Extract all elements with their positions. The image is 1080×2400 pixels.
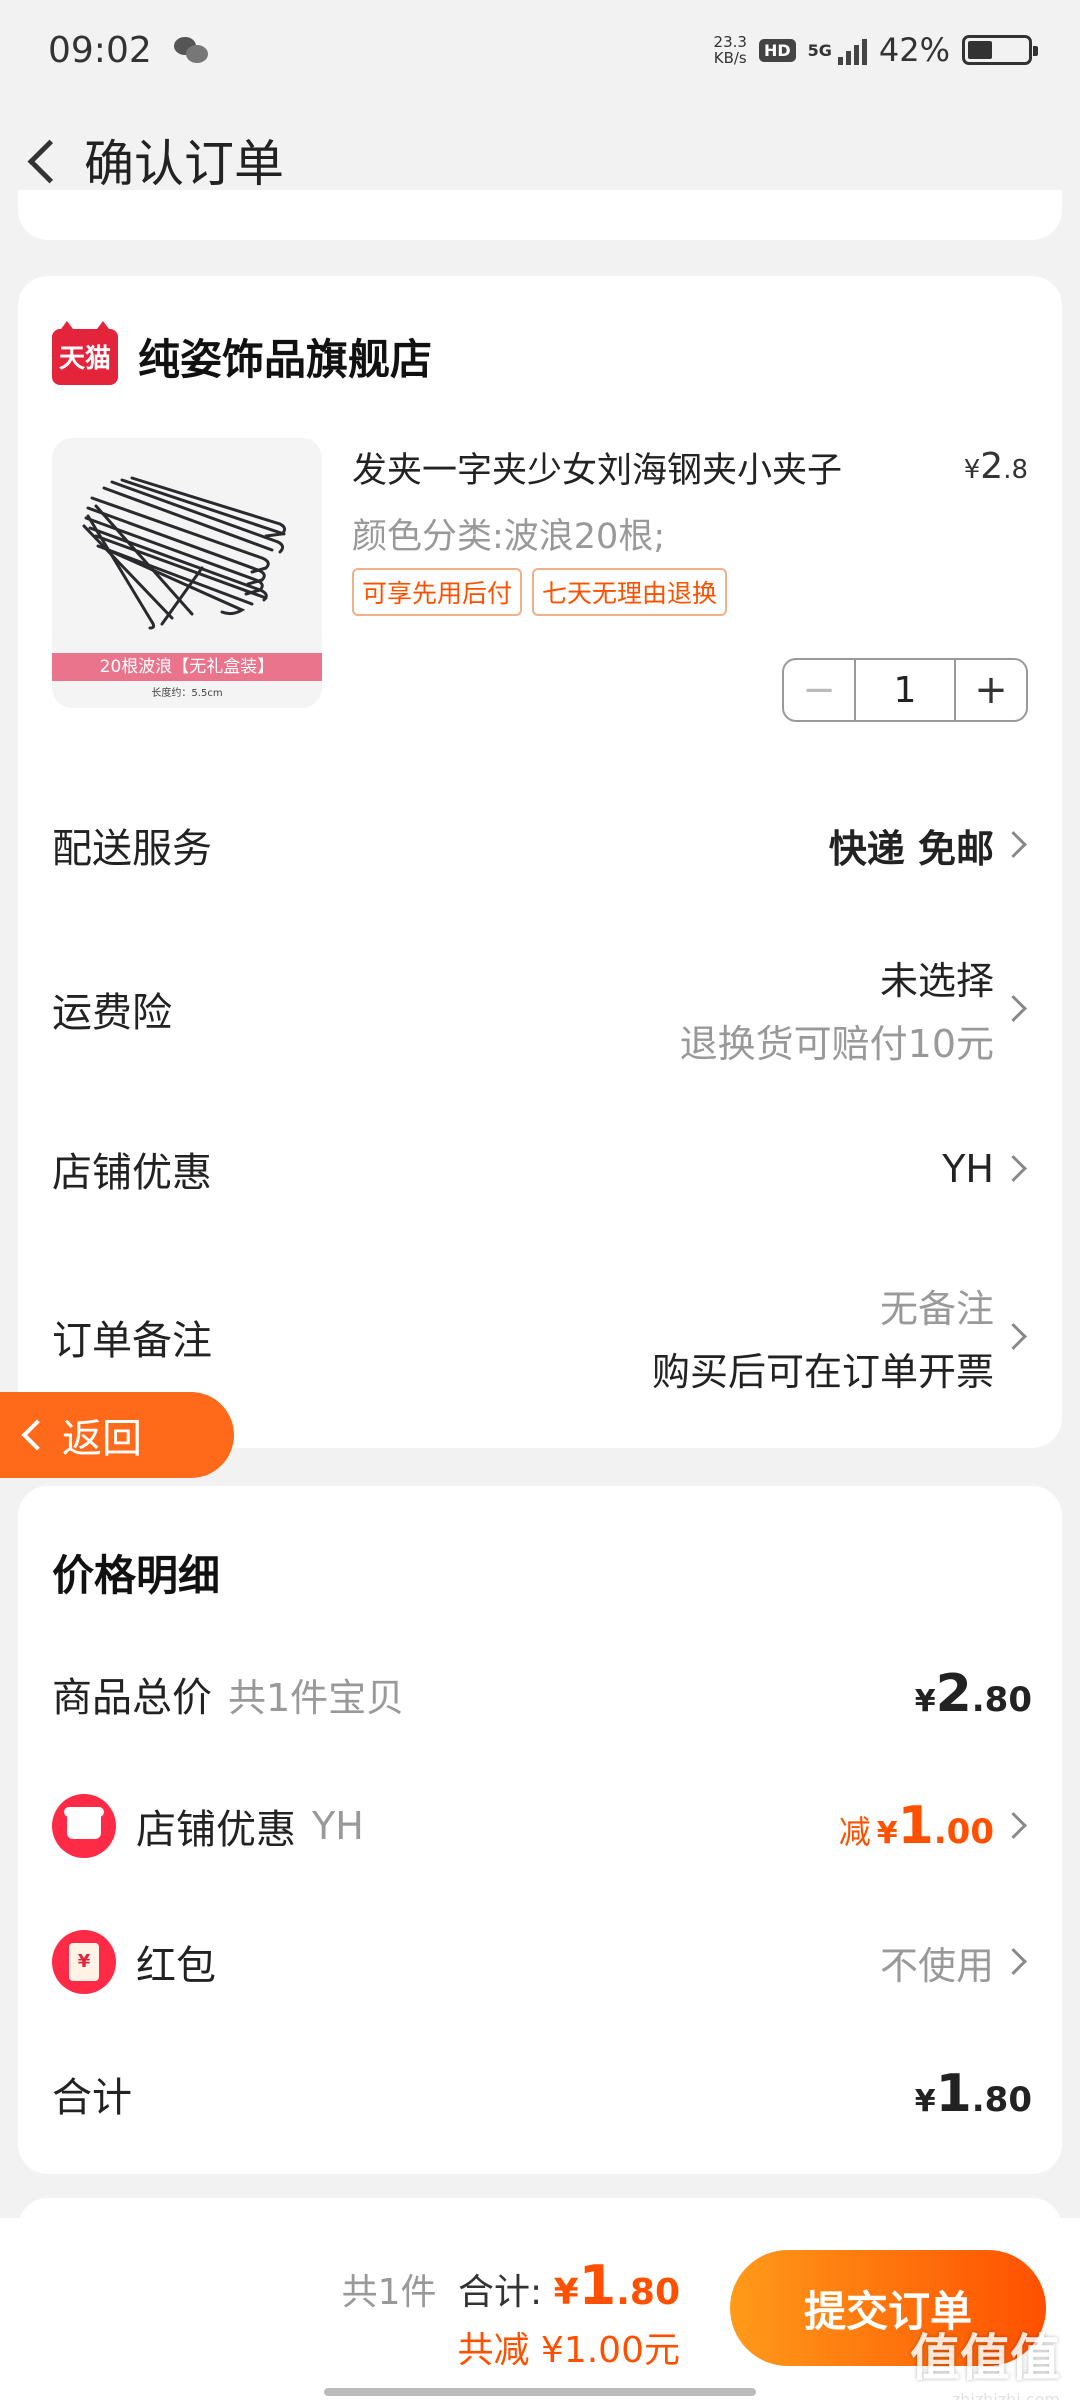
floating-back-label: 返回 [62,1416,142,1462]
shop-header[interactable]: 天猫 纯姿饰品旗舰店 [52,320,433,387]
watermark: 值值值 zhizhizhi.com [910,2329,1060,2400]
tag-seven-day-return: 七天无理由退换 [532,568,728,616]
chevron-right-icon [1002,1942,1032,1982]
store-discount-detail-label: 店铺优惠 [136,1807,296,1853]
home-indicator[interactable] [324,2388,756,2396]
order-invoice-note: 购买后可在订单开票 [651,1350,994,1394]
network-type: 5G [807,40,832,60]
sum-label: 合计: [457,2272,543,2313]
back-arrow-icon[interactable] [14,130,74,190]
shipping-insurance-note: 退换货可赔付10元 [679,1022,994,1066]
saved-amount: 共减 ¥1.00元 [457,2330,680,2371]
red-packet-row[interactable]: ¥ 红包 不使用 [52,1930,1032,1994]
store-discount-row[interactable]: 店铺优惠 YH [52,1140,1032,1198]
address-card-bottom [18,190,1062,240]
shipping-insurance-label: 运费险 [52,990,172,1036]
product-price: ¥2.8 [963,446,1028,487]
order-note-label: 订单备注 [52,1318,212,1364]
store-discount-amount: 减 ¥1.00 [838,1796,994,1856]
order-summary: 共1件 合计: ¥1.80 共减 ¥1.00元 [342,2254,680,2373]
price-detail-card: 价格明细 商品总价 共1件宝贝 ¥2.80 店铺优惠 YH 减 ¥1.00 ¥ 红… [18,1486,1062,2174]
red-packet-label: 红包 [136,1943,216,1989]
floating-back-button[interactable]: 返回 [0,1392,234,1478]
product-image-caption: 长度约：5.5cm [151,688,223,699]
quantity-stepper: − 1 + [782,658,1028,722]
product-title[interactable]: 发夹一字夹少女刘海钢夹小夹子 [352,442,842,493]
product-variant[interactable]: 颜色分类:波浪20根; [352,508,665,559]
network-speed: 23.3 KB/s [713,33,747,67]
store-discount-detail-row[interactable]: 店铺优惠 YH 减 ¥1.00 [52,1794,1032,1858]
chevron-right-icon [1002,1149,1032,1189]
delivery-service-label: 配送服务 [52,826,212,872]
shop-name: 纯姿饰品旗舰店 [138,335,433,384]
chevron-right-icon [1002,989,1032,1029]
status-bar: 09:02 23.3 KB/s HD 5G 42% [0,0,1080,100]
store-discount-code: YH [312,1804,364,1848]
store-discount-value: YH [942,1147,994,1191]
goods-total-row: 商品总价 共1件宝贝 ¥2.80 [52,1664,1032,1724]
shipping-insurance-value: 未选择 [879,959,994,1003]
total-row: 合计 ¥1.80 [52,2064,1032,2124]
product-image[interactable]: 20根波浪【无礼盒装】 长度约：5.5cm [52,438,322,708]
price-detail-title: 价格明细 [52,1551,221,1600]
battery-percentage: 42% [878,31,950,69]
goods-total-value: ¥2.80 [914,1664,1032,1724]
red-packet-icon: ¥ [52,1930,116,1994]
status-time: 09:02 [48,29,152,71]
order-note-row[interactable]: 订单备注 无备注 购买后可在订单开票 [52,1278,1032,1396]
page-title: 确认订单 [84,135,284,193]
order-note-value: 无备注 [879,1287,994,1331]
red-packet-value: 不使用 [879,1943,994,1988]
quantity-value[interactable]: 1 [854,660,956,720]
product-image-label: 20根波浪【无礼盒装】 [52,653,322,681]
signal-icon [837,35,867,65]
goods-count: 共1件宝贝 [228,1675,405,1720]
tmall-logo-icon: 天猫 [52,320,118,385]
store-icon [52,1794,116,1858]
increase-quantity-button[interactable]: + [956,660,1026,720]
total-value: ¥1.80 [914,2064,1032,2124]
chevron-right-icon [1002,1806,1032,1846]
decrease-quantity-button[interactable]: − [784,660,854,720]
wechat-icon [173,35,210,65]
chevron-right-icon [1002,1317,1032,1357]
chevron-right-icon [1002,825,1032,865]
battery-icon [962,35,1038,65]
hd-icon: HD [758,38,796,62]
hairpins-image [82,476,287,630]
order-card: 天猫 纯姿饰品旗舰店 20根波浪【无礼盒装】 长度约：5.5cm 发夹一字夹少女… [18,276,1062,1448]
sum-amount: ¥1.80 [553,2254,680,2317]
shipping-insurance-row[interactable]: 运费险 未选择 退换货可赔付10元 [52,950,1032,1068]
delivery-service-value: 快递 免邮 [828,826,994,871]
service-tags: 可享先用后付 七天无理由退换 [352,568,728,616]
goods-total-label: 商品总价 [52,1675,212,1721]
tag-pay-later: 可享先用后付 [352,568,523,616]
back-arrow-icon [21,1419,53,1451]
item-count: 共1件 [341,2272,437,2313]
total-label: 合计 [52,2075,132,2121]
delivery-service-row[interactable]: 配送服务 快递 免邮 [52,816,1032,874]
store-discount-label: 店铺优惠 [52,1150,212,1196]
